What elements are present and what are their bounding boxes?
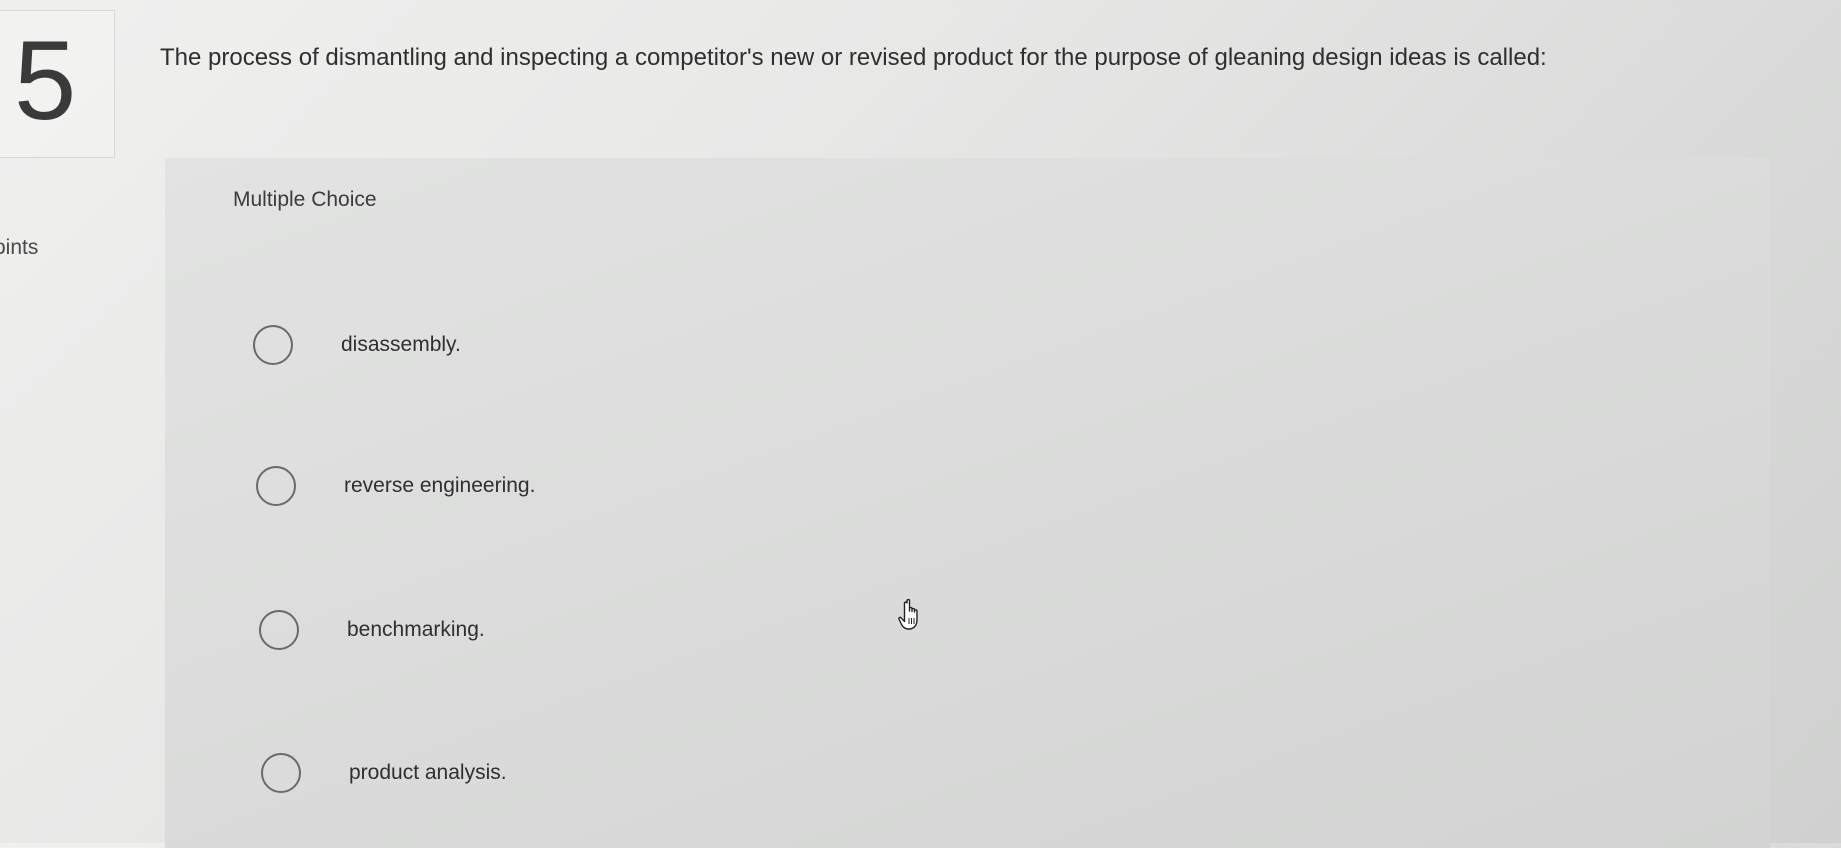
- choice-label: benchmarking.: [347, 618, 485, 641]
- radio-button-icon[interactable]: [253, 325, 293, 365]
- multiple-choice-panel: Multiple Choice disassembly. reverse eng…: [165, 158, 1770, 848]
- question-number-box: 5: [0, 10, 115, 158]
- choice-label: product analysis.: [349, 761, 507, 784]
- radio-button-icon[interactable]: [261, 753, 301, 793]
- choice-label: disassembly.: [341, 333, 461, 356]
- points-label: oints: [0, 236, 39, 259]
- choice-option-1[interactable]: disassembly.: [253, 325, 461, 365]
- radio-button-icon[interactable]: [259, 610, 299, 650]
- question-text: The process of dismantling and inspectin…: [160, 44, 1547, 71]
- choice-option-4[interactable]: product analysis.: [261, 753, 507, 793]
- multiple-choice-label: Multiple Choice: [233, 188, 377, 211]
- hand-pointer-icon: [898, 598, 918, 630]
- question-number: 5: [14, 18, 77, 143]
- choice-option-2[interactable]: reverse engineering.: [256, 466, 535, 506]
- radio-button-icon[interactable]: [256, 466, 296, 506]
- choice-option-3[interactable]: benchmarking.: [259, 610, 485, 650]
- choice-label: reverse engineering.: [344, 474, 536, 497]
